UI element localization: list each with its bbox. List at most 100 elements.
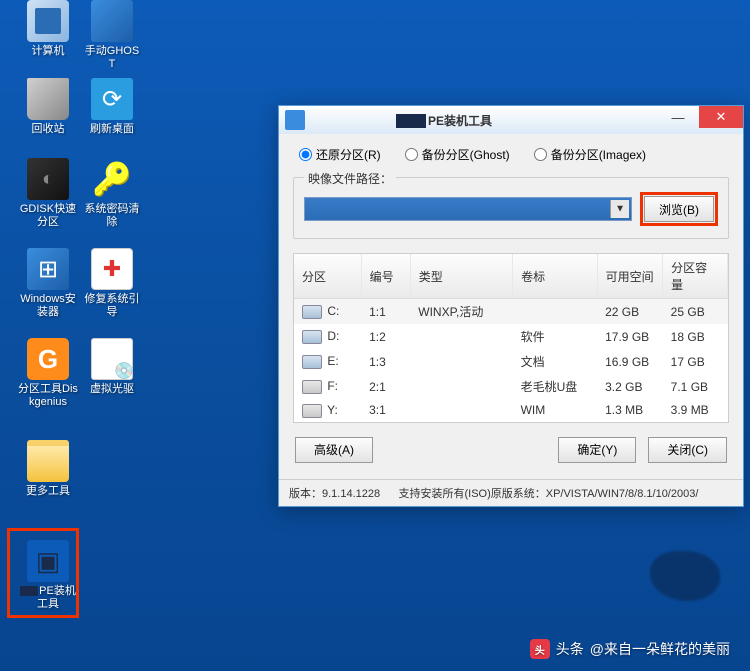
table-cell: 软件	[513, 324, 598, 349]
table-cell: 3.2 GB	[597, 374, 663, 399]
table-cell: E:	[294, 349, 361, 374]
table-cell: 2:1	[361, 374, 410, 399]
radio-label: 备份分区(Ghost)	[422, 146, 510, 163]
desktop-icon-回收站[interactable]: 回收站	[18, 78, 78, 136]
desktop-icon-刷新桌面[interactable]: 刷新桌面	[82, 78, 142, 136]
desktop-icon-系统密码清除[interactable]: 系统密码清除	[82, 158, 142, 229]
chevron-down-icon: ▼	[615, 204, 625, 215]
desktop-icon-label: PE装机工具	[18, 585, 78, 611]
image-path-group: 映像文件路径： ▼ 浏览(B)	[293, 177, 729, 239]
table-row[interactable]: E:1:3文档16.9 GB17 GB	[294, 349, 728, 374]
table-cell: 1.3 MB	[597, 399, 663, 422]
refresh-icon	[91, 78, 133, 120]
highlight-browse: 浏览(B)	[640, 192, 718, 226]
radio-input[interactable]	[405, 148, 418, 161]
drive-icon	[302, 404, 322, 418]
desktop-icon-label: 更多工具	[18, 485, 78, 498]
column-header[interactable]: 类型	[410, 254, 512, 299]
table-cell: 18 GB	[663, 324, 728, 349]
desktop-icon-GDISK快速分区[interactable]: GDISK快速分区	[18, 158, 78, 229]
table-cell: 17.9 GB	[597, 324, 663, 349]
table-row[interactable]: C:1:1WINXP,活动22 GB25 GB	[294, 299, 728, 325]
browse-button[interactable]: 浏览(B)	[644, 196, 714, 222]
radio-label: 还原分区(R)	[316, 146, 381, 163]
table-cell: 老毛桃U盘	[513, 374, 598, 399]
support-text: 支持安装所有(ISO)原版系统：XP/VISTA/WIN7/8/8.1/10/2…	[398, 488, 698, 500]
desktop-icon-label: 回收站	[18, 123, 78, 136]
titlebar[interactable]: PE装机工具 — ✕	[279, 106, 743, 134]
table-cell	[410, 374, 512, 399]
desktop-icon-label: 分区工具Diskgenius	[18, 383, 78, 409]
radio-input[interactable]	[299, 148, 312, 161]
desktop-icon-label: 系统密码清除	[82, 203, 142, 229]
table-cell: 7.1 GB	[663, 374, 728, 399]
desktop-icon-label: GDISK快速分区	[18, 203, 78, 229]
mode-radio-group: 还原分区(R) 备份分区(Ghost) 备份分区(Imagex)	[293, 146, 729, 163]
advanced-button[interactable]: 高级(A)	[295, 437, 373, 463]
table-cell: 16.9 GB	[597, 349, 663, 374]
desktop-icon-label: 虚拟光驱	[82, 383, 142, 396]
toutiao-logo-icon: 头	[530, 639, 550, 659]
table-cell: 3:1	[361, 399, 410, 422]
table-row[interactable]: F:2:1老毛桃U盘3.2 GB7.1 GB	[294, 374, 728, 399]
window-icon	[285, 110, 305, 130]
status-bar: 版本：9.1.14.1228 支持安装所有(ISO)原版系统：XP/VISTA/…	[279, 479, 743, 506]
mode-radio-1[interactable]: 备份分区(Ghost)	[405, 146, 510, 163]
table-cell: WIM	[513, 399, 598, 422]
desktop-icon-label: 计算机	[18, 45, 78, 58]
winsetup-icon	[27, 248, 69, 290]
cancel-button[interactable]: 关闭(C)	[648, 437, 727, 463]
radio-input[interactable]	[534, 148, 547, 161]
dg-icon	[27, 338, 69, 380]
mode-radio-0[interactable]: 还原分区(R)	[299, 146, 381, 163]
table-cell: 1:2	[361, 324, 410, 349]
drive-icon	[302, 380, 322, 394]
column-header[interactable]: 可用空间	[597, 254, 663, 299]
desktop-icon-label: Windows安装器	[18, 293, 78, 319]
table-cell	[410, 349, 512, 374]
drive-icon	[302, 355, 322, 369]
key-icon	[91, 158, 133, 200]
ghost-icon	[91, 0, 133, 42]
close-window-button[interactable]: ✕	[699, 106, 743, 128]
desktop-icon-修复系统引导[interactable]: 修复系统引导	[82, 248, 142, 319]
column-header[interactable]: 卷标	[513, 254, 598, 299]
table-row[interactable]: Y:3:1WIM1.3 MB3.9 MB	[294, 399, 728, 422]
pe-installer-window: PE装机工具 — ✕ 还原分区(R) 备份分区(Ghost) 备份分区(Imagex…	[278, 105, 744, 507]
radio-label: 备份分区(Imagex)	[551, 146, 646, 163]
desktop-icon-label: 手动GHOST	[82, 45, 142, 71]
desktop-icon-分区工具Diskgenius[interactable]: 分区工具Diskgenius	[18, 338, 78, 409]
desktop-icon-手动GHOST[interactable]: 手动GHOST	[82, 0, 142, 71]
desktop-icon-PE装机工具[interactable]: PE装机工具	[18, 540, 78, 611]
table-cell: 1:1	[361, 299, 410, 325]
recycle-icon	[27, 78, 69, 120]
watermark-author: @来自一朵鲜花的美丽	[590, 639, 730, 659]
table-cell: 22 GB	[597, 299, 663, 325]
table-cell	[513, 299, 598, 325]
mode-radio-2[interactable]: 备份分区(Imagex)	[534, 146, 646, 163]
desktop-icon-Windows安装器[interactable]: Windows安装器	[18, 248, 78, 319]
gdisk-icon	[27, 158, 69, 200]
desktop-icon-计算机[interactable]: 计算机	[18, 0, 78, 58]
table-cell: 3.9 MB	[663, 399, 728, 422]
window-title: PE装机工具	[311, 112, 657, 129]
column-header[interactable]: 分区容量	[663, 254, 728, 299]
partition-table: 分区编号类型卷标可用空间分区容量 C:1:1WINXP,活动22 GB25 GB…	[293, 253, 729, 423]
watermark-brand: 头条	[556, 639, 584, 659]
version-text: 版本：9.1.14.1228	[289, 488, 380, 500]
drive-icon	[302, 305, 322, 319]
column-header[interactable]: 分区	[294, 254, 361, 299]
table-cell: WINXP,活动	[410, 299, 512, 325]
desktop-icon-虚拟光驱[interactable]: 虚拟光驱	[82, 338, 142, 396]
desktop-icon-label: 修复系统引导	[82, 293, 142, 319]
minimize-button[interactable]: —	[657, 106, 699, 128]
column-header[interactable]: 编号	[361, 254, 410, 299]
desktop-icon-更多工具[interactable]: 更多工具	[18, 440, 78, 498]
ok-button[interactable]: 确定(Y)	[558, 437, 636, 463]
table-cell: C:	[294, 299, 361, 325]
petool-icon	[27, 540, 69, 582]
table-row[interactable]: D:1:2软件17.9 GB18 GB	[294, 324, 728, 349]
image-path-combo[interactable]: ▼	[304, 197, 632, 221]
table-cell	[410, 399, 512, 422]
table-cell: 17 GB	[663, 349, 728, 374]
